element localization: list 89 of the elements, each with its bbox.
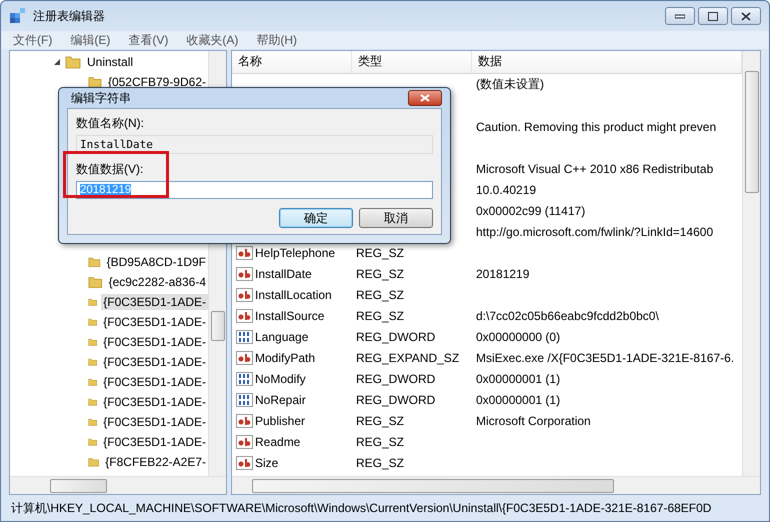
tree-item[interactable]: {F0C3E5D1-1ADE- bbox=[101, 334, 208, 350]
value-data: 20181219 bbox=[476, 266, 530, 280]
string-value-icon bbox=[236, 266, 253, 280]
menu-item[interactable]: 查看(V) bbox=[128, 32, 168, 48]
string-value-icon bbox=[236, 246, 253, 260]
string-value-icon bbox=[236, 288, 253, 302]
value-name[interactable]: HelpTelephone bbox=[255, 246, 336, 260]
column-header[interactable]: 类型 bbox=[352, 51, 472, 73]
value-type: REG_SZ bbox=[356, 456, 404, 470]
value-data: (数值未设置) bbox=[476, 76, 544, 93]
value-type: REG_SZ bbox=[356, 288, 404, 302]
close-button[interactable] bbox=[731, 7, 761, 25]
value-type: REG_SZ bbox=[356, 308, 404, 322]
tree-item[interactable]: {BD95A8CD-1D9F bbox=[104, 254, 208, 270]
minimize-icon bbox=[675, 13, 685, 19]
value-data: Microsoft Corporation bbox=[476, 414, 591, 428]
value-data: d:\7cc02c05b66eabc9fcdd2b0bc0\ bbox=[476, 308, 659, 322]
value-name[interactable]: Language bbox=[255, 330, 308, 344]
value-type: REG_SZ bbox=[356, 434, 404, 448]
horizontal-scrollbar[interactable] bbox=[10, 476, 226, 494]
value-data: Microsoft Visual C++ 2010 x86 Redistributab bbox=[476, 162, 714, 176]
tree-item[interactable]: {F0C3E5D1-1ADE- bbox=[101, 394, 208, 410]
tree-item[interactable]: {F8CFEB22-A2E7- bbox=[103, 454, 208, 470]
value-name[interactable]: Publisher bbox=[255, 414, 306, 428]
value-name[interactable]: Readme bbox=[255, 434, 300, 448]
value-type: REG_SZ bbox=[356, 266, 404, 280]
vertical-scrollbar[interactable] bbox=[742, 51, 760, 476]
close-button[interactable] bbox=[408, 90, 442, 106]
tree-item[interactable]: {F0C3E5D1-1ADE- bbox=[101, 414, 208, 430]
string-value-icon bbox=[236, 414, 253, 428]
menu-item[interactable]: 文件(F) bbox=[13, 32, 52, 48]
close-icon bbox=[420, 94, 430, 102]
tree-item[interactable]: Uninstall bbox=[85, 54, 136, 70]
dialog-title: 编辑字符串 bbox=[71, 90, 131, 106]
binary-value-icon bbox=[236, 392, 253, 406]
value-name[interactable]: ModifyPath bbox=[255, 350, 316, 364]
string-value-icon bbox=[236, 308, 253, 322]
dialog-button[interactable]: 取消 bbox=[359, 208, 433, 228]
tree-item[interactable]: {052CFB79-9D62- bbox=[106, 74, 208, 90]
tree-item[interactable]: {F0C3E5D1-1ADE- bbox=[101, 294, 208, 310]
value-name[interactable]: NoRepair bbox=[255, 392, 306, 406]
value-type: REG_DWORD bbox=[356, 372, 436, 386]
value-data: 0x00000001 (1) bbox=[476, 372, 560, 386]
binary-value-icon bbox=[236, 372, 253, 386]
value-name[interactable]: Size bbox=[255, 456, 278, 470]
value-type: REG_EXPAND_SZ bbox=[356, 350, 460, 364]
registry-editor-icon bbox=[9, 7, 27, 25]
value-data: 10.0.40219 bbox=[476, 182, 536, 196]
menu-item[interactable]: 收藏夹(A) bbox=[186, 32, 238, 48]
field-label: 数值名称(N): bbox=[76, 115, 145, 132]
folder-icon bbox=[65, 54, 81, 70]
registry-path: 计算机\HKEY_LOCAL_MACHINE\SOFTWARE\Microsoft\Windows\CurrentVersion\Uninstall\{F0C3E5D1-1ADE-321E-8167-68EF0D bbox=[11, 500, 712, 516]
value-type: REG_DWORD bbox=[356, 392, 436, 406]
value-type: REG_DWORD bbox=[356, 330, 436, 344]
value-name[interactable]: InstallSource bbox=[255, 308, 324, 322]
string-value-icon bbox=[236, 456, 253, 470]
tree-item[interactable]: {F0C3E5D1-1ADE- bbox=[101, 434, 208, 450]
tree-item[interactable]: {F0C3E5D1-1ADE- bbox=[101, 314, 208, 330]
folder-icon bbox=[88, 274, 103, 290]
value-data: http://go.microsoft.com/fwlink/?LinkId=14600 bbox=[476, 224, 714, 238]
tree-item[interactable]: {F0C3E5D1-1ADE- bbox=[101, 354, 208, 370]
tree-item[interactable]: {ec9c2282-a836-4 bbox=[106, 274, 208, 290]
dialog-button[interactable]: 确定 bbox=[279, 208, 353, 228]
value-data: 0x00000000 (0) bbox=[476, 330, 560, 344]
value-name[interactable]: InstallLocation bbox=[255, 288, 332, 302]
expand-arrow-icon[interactable] bbox=[54, 58, 61, 66]
value-data: Caution. Removing this product might preven bbox=[476, 120, 716, 134]
value-type: REG_SZ bbox=[356, 414, 404, 428]
value-name-field[interactable]: InstallDate bbox=[76, 135, 433, 154]
string-value-icon bbox=[236, 434, 253, 448]
binary-value-icon bbox=[236, 330, 253, 344]
field-label: 数值数据(V): bbox=[76, 161, 144, 178]
value-type: REG_SZ bbox=[356, 246, 404, 260]
value-data: 0x00000001 (1) bbox=[476, 392, 560, 406]
value-name[interactable]: NoModify bbox=[255, 372, 306, 386]
string-value-icon bbox=[236, 350, 253, 364]
horizontal-scrollbar[interactable] bbox=[232, 476, 760, 494]
menu-item[interactable]: 编辑(E) bbox=[70, 32, 110, 48]
close-icon bbox=[741, 12, 751, 20]
maximize-button[interactable] bbox=[698, 7, 728, 25]
value-name[interactable]: InstallDate bbox=[255, 266, 312, 280]
window-title: 注册表编辑器 bbox=[33, 8, 105, 24]
value-data: MsiExec.exe /X{F0C3E5D1-1ADE-321E-8167-6. bbox=[476, 350, 734, 364]
minimize-button[interactable] bbox=[665, 7, 695, 25]
tree-item[interactable]: {F0C3E5D1-1ADE- bbox=[101, 374, 208, 390]
column-header[interactable]: 名称 bbox=[232, 51, 352, 73]
value-data: 0x00002c99 (11417) bbox=[476, 204, 586, 218]
menu-item[interactable]: 帮助(H) bbox=[256, 32, 297, 48]
maximize-icon bbox=[708, 12, 718, 20]
